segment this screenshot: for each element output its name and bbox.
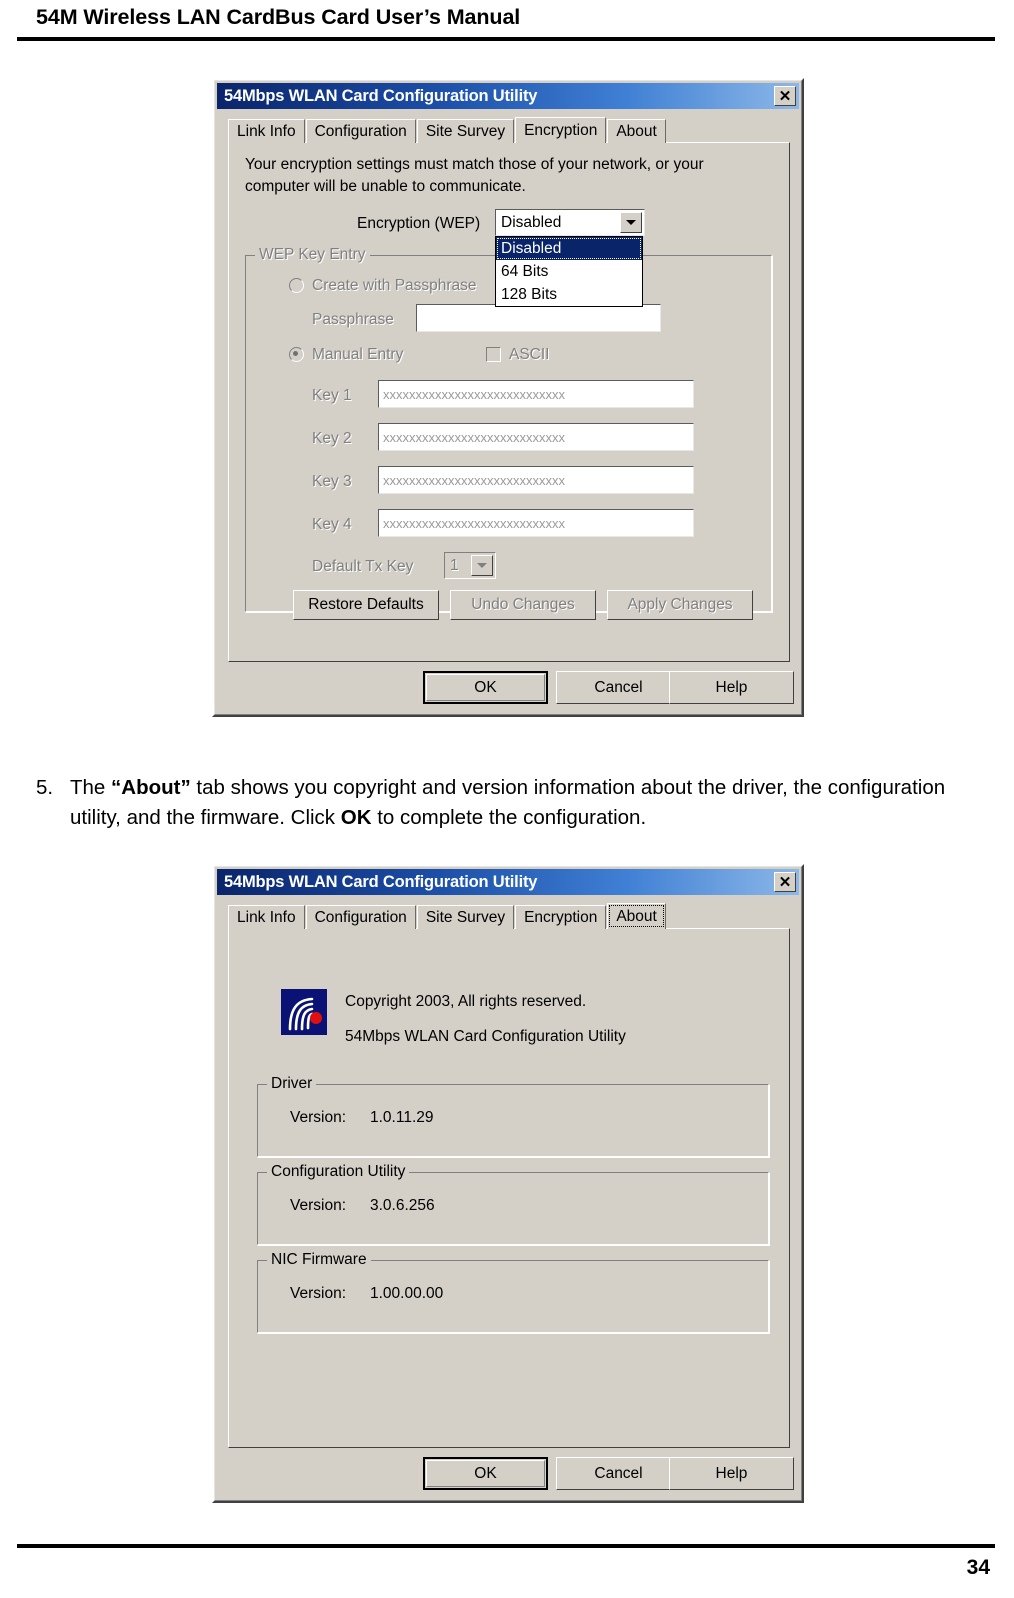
nic-firmware-group: NIC Firmware Version: 1.00.00.00 xyxy=(256,1251,770,1334)
key-1-input[interactable]: xxxxxxxxxxxxxxxxxxxxxxxxxxxx xyxy=(378,380,694,408)
tab-strip: Link Info Configuration Site Survey Encr… xyxy=(228,117,790,143)
step-text-part-3: to complete the configuration. xyxy=(371,806,647,829)
ok-button[interactable]: OK xyxy=(423,1457,548,1490)
driver-version-value: 1.0.11.29 xyxy=(370,1109,434,1126)
dropdown-option-128-bits[interactable]: 128 Bits xyxy=(496,283,642,306)
ok-button-label: OK xyxy=(474,1464,497,1482)
nic-firmware-version-value: 1.00.00.00 xyxy=(370,1285,444,1302)
tab-about[interactable]: About xyxy=(607,119,666,143)
restore-defaults-button[interactable]: Restore Defaults xyxy=(293,590,439,620)
tab-about[interactable]: About xyxy=(607,903,666,929)
dropdown-option-64-bits[interactable]: 64 Bits xyxy=(496,260,642,283)
tab-configuration[interactable]: Configuration xyxy=(305,905,416,929)
encryption-wep-dropdown-list[interactable]: Disabled 64 Bits 128 Bits xyxy=(495,236,643,307)
cancel-button[interactable]: Cancel xyxy=(556,1457,681,1490)
create-with-passphrase-label: Create with Passphrase xyxy=(312,277,477,294)
default-tx-key-combo[interactable]: 1 xyxy=(444,552,496,579)
header-divider xyxy=(17,37,995,41)
passphrase-label: Passphrase xyxy=(312,311,394,328)
default-tx-key-label: Default Tx Key xyxy=(312,558,414,575)
key-2-input[interactable]: xxxxxxxxxxxxxxxxxxxxxxxxxxxx xyxy=(378,423,694,451)
wep-key-entry-group-title: WEP Key Entry xyxy=(255,246,370,264)
encryption-wep-value: Disabled xyxy=(501,213,562,231)
nic-firmware-version-label: Version: xyxy=(290,1285,347,1302)
titlebar: 54Mbps WLAN Card Configuration Utility ✕ xyxy=(217,83,799,109)
product-line: 54Mbps WLAN Card Configuration Utility xyxy=(345,1028,626,1045)
key-4-label: Key 4 xyxy=(312,516,352,533)
help-button[interactable]: Help xyxy=(669,1457,794,1490)
driver-group: Driver Version: 1.0.11.29 xyxy=(256,1075,770,1158)
close-icon[interactable]: ✕ xyxy=(774,86,796,106)
tab-link-info[interactable]: Link Info xyxy=(228,119,305,143)
page-header: 54M Wireless LAN CardBus Card User’s Man… xyxy=(36,2,978,42)
titlebar: 54Mbps WLAN Card Configuration Utility ✕ xyxy=(217,869,799,895)
driver-version-label: Version: xyxy=(290,1109,347,1126)
wireless-signal-logo-icon xyxy=(281,989,327,1035)
encryption-tab-panel: Your encryption settings must match thos… xyxy=(228,142,790,662)
about-dialog: 54Mbps WLAN Card Configuration Utility ✕… xyxy=(212,864,804,1503)
key-1-label: Key 1 xyxy=(312,387,352,404)
ok-button[interactable]: OK xyxy=(423,671,548,704)
help-button[interactable]: Help xyxy=(669,671,794,704)
tab-link-info[interactable]: Link Info xyxy=(228,905,305,929)
manual-entry-label: Manual Entry xyxy=(312,346,404,363)
footer-divider xyxy=(17,1544,995,1548)
chevron-down-icon[interactable] xyxy=(620,212,642,233)
encryption-wep-label: Encryption (WEP) xyxy=(357,215,481,232)
ascii-label: ASCII xyxy=(509,346,550,363)
tab-configuration[interactable]: Configuration xyxy=(305,119,416,143)
create-with-passphrase-radio[interactable] xyxy=(289,278,304,293)
encryption-wep-combo[interactable]: Disabled xyxy=(495,209,645,236)
chevron-down-icon[interactable] xyxy=(471,555,493,576)
page-title: 54M Wireless LAN CardBus Card User’s Man… xyxy=(36,5,521,29)
passphrase-input[interactable] xyxy=(416,304,661,332)
nic-firmware-group-title: NIC Firmware xyxy=(267,1251,371,1269)
tab-site-survey[interactable]: Site Survey xyxy=(416,905,515,929)
key-4-input[interactable]: xxxxxxxxxxxxxxxxxxxxxxxxxxxx xyxy=(378,509,694,537)
copyright-line: Copyright 2003, All rights reserved. xyxy=(345,993,587,1010)
key-3-input[interactable]: xxxxxxxxxxxxxxxxxxxxxxxxxxxx xyxy=(378,466,694,494)
ok-button-label: OK xyxy=(474,678,497,696)
description-line-1: Your encryption settings must match thos… xyxy=(245,156,704,173)
step-text-bold-ok: OK xyxy=(340,806,372,829)
description-line-2: computer will be unable to communicate. xyxy=(245,178,526,195)
tab-strip: Link Info Configuration Site Survey Encr… xyxy=(228,903,790,929)
tab-encryption[interactable]: Encryption xyxy=(515,905,607,929)
driver-group-title: Driver xyxy=(267,1075,317,1093)
titlebar-title: 54Mbps WLAN Card Configuration Utility xyxy=(224,872,538,891)
about-tab-panel: Copyright 2003, All rights reserved. 54M… xyxy=(228,928,790,1448)
cancel-button[interactable]: Cancel xyxy=(556,671,681,704)
key-3-label: Key 3 xyxy=(312,473,352,490)
tab-encryption[interactable]: Encryption xyxy=(515,117,607,143)
wep-key-entry-group: WEP Key Entry Create with Passphrase Pas… xyxy=(244,246,773,620)
step-5-paragraph: 5. The “About” tab shows you copyright a… xyxy=(36,773,986,833)
key-2-label: Key 2 xyxy=(312,430,352,447)
step-text-part-1: The xyxy=(70,776,112,799)
configuration-utility-version-value: 3.0.6.256 xyxy=(370,1197,435,1214)
step-text-bold-about: “About” xyxy=(111,776,191,799)
undo-changes-button: Undo Changes xyxy=(450,590,596,620)
tab-site-survey[interactable]: Site Survey xyxy=(416,119,515,143)
default-tx-key-value: 1 xyxy=(450,556,459,574)
configuration-utility-version-label: Version: xyxy=(290,1197,347,1214)
dropdown-option-disabled[interactable]: Disabled xyxy=(496,237,642,260)
step-number: 5. xyxy=(36,776,54,799)
titlebar-title: 54Mbps WLAN Card Configuration Utility xyxy=(224,86,538,105)
step-text: The “About” tab shows you copyright and … xyxy=(70,773,986,833)
configuration-utility-group: Configuration Utility Version: 3.0.6.256 xyxy=(256,1163,770,1246)
ascii-checkbox[interactable] xyxy=(486,347,501,362)
close-icon[interactable]: ✕ xyxy=(774,872,796,892)
configuration-utility-group-title: Configuration Utility xyxy=(267,1163,410,1181)
apply-changes-button: Apply Changes xyxy=(607,590,753,620)
page-number: 34 xyxy=(966,1556,990,1579)
encryption-dialog: 54Mbps WLAN Card Configuration Utility ✕… xyxy=(212,78,804,717)
manual-entry-radio[interactable] xyxy=(289,347,304,362)
